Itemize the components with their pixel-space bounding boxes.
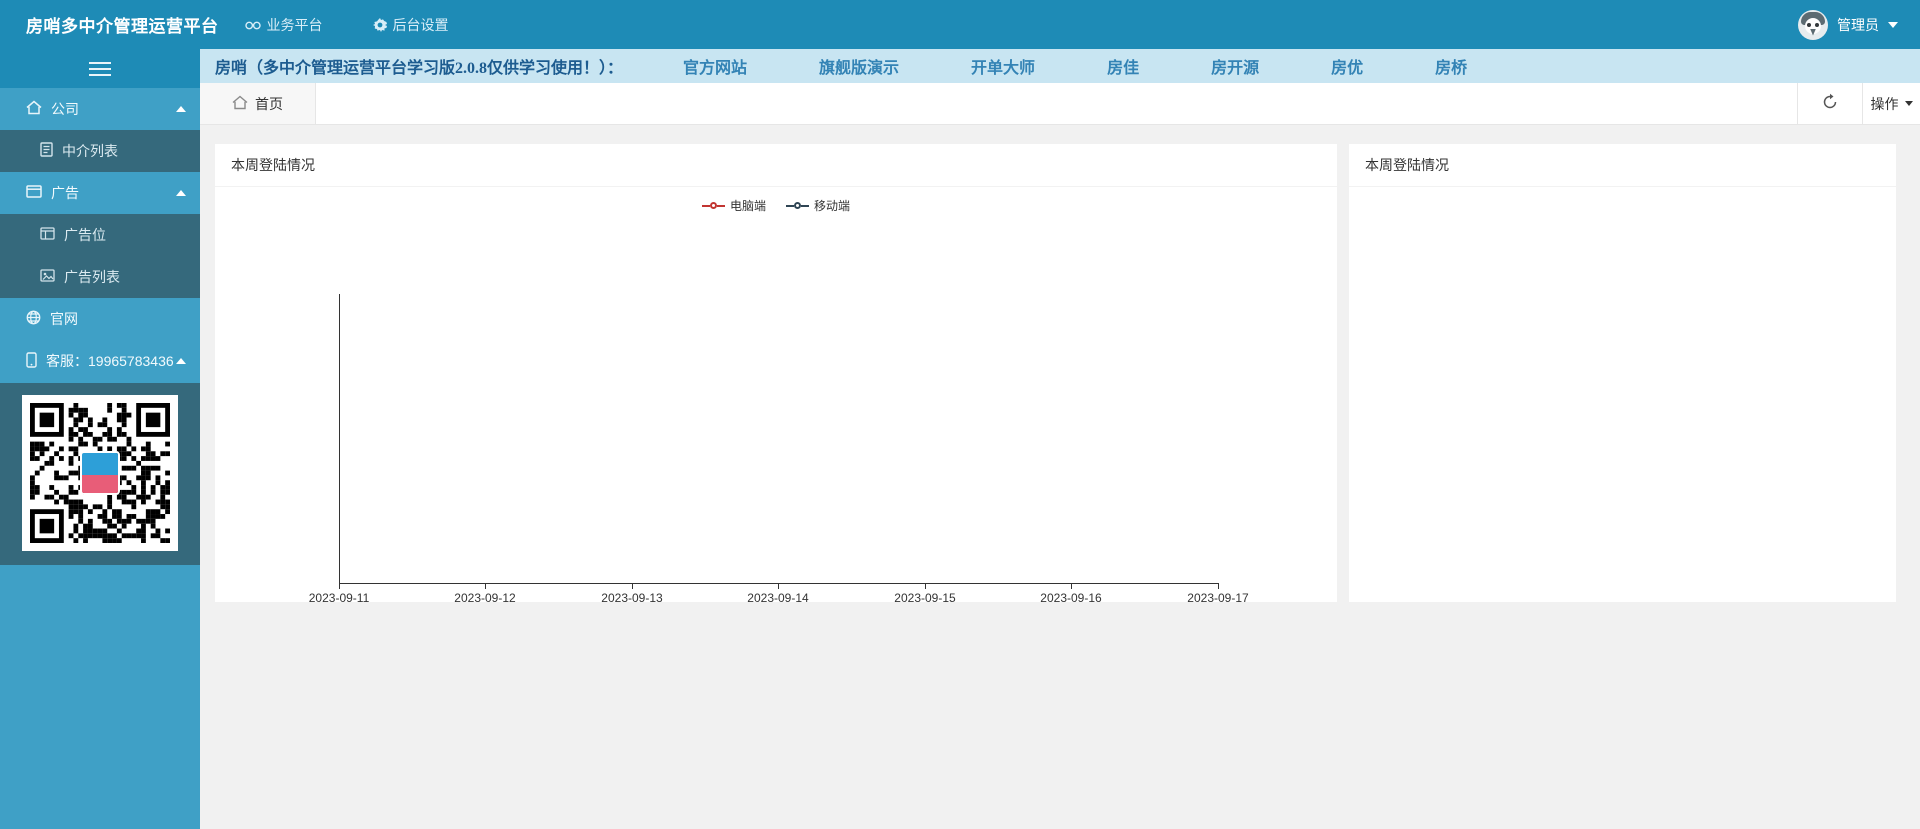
notice-link-fangqiao[interactable]: 房桥 bbox=[1435, 54, 1467, 78]
sidebar-item-label: 中介列表 bbox=[62, 143, 118, 159]
x-tick bbox=[1071, 584, 1072, 589]
sidebar-item-customer-service[interactable]: 客服：19965783436 bbox=[0, 340, 200, 382]
notice-links: 官方网站 旗舰版演示 开单大师 房佳 房开源 房优 房桥 bbox=[683, 54, 1467, 78]
sidebar-item-label: 广告列表 bbox=[64, 269, 120, 285]
x-tick bbox=[925, 584, 926, 589]
notice-text: 房哨（多中介管理运营平台学习版2.0.8仅供学习使用！）： bbox=[215, 60, 624, 77]
sidebar-item-label: 官网 bbox=[50, 311, 78, 327]
x-tick bbox=[339, 584, 340, 589]
chart-x-axis bbox=[339, 583, 1219, 584]
content-area: 本周登陆情况 电脑端 移动端 2023-09-11 2023-09-12 202… bbox=[200, 125, 1920, 828]
tabbar-spacer bbox=[316, 83, 1797, 124]
nav-link-label: 后台设置 bbox=[392, 16, 449, 33]
tab-bar: 首页 操作 bbox=[200, 83, 1920, 125]
qr-center-badge bbox=[80, 451, 120, 495]
chart-y-axis bbox=[339, 294, 340, 583]
legend-item-mobile[interactable]: 移动端 bbox=[786, 197, 850, 214]
weekly-login-chart: 电脑端 移动端 2023-09-11 2023-09-12 2023-09-13… bbox=[215, 187, 1337, 605]
notice-bar: 房哨（多中介管理运营平台学习版2.0.8仅供学习使用！）： 官方网站 旗舰版演示… bbox=[200, 49, 1920, 83]
sidebar-item-ads[interactable]: 广告 bbox=[0, 172, 200, 214]
x-tick bbox=[632, 584, 633, 589]
notice-link-kaidan-dashi[interactable]: 开单大师 bbox=[971, 54, 1035, 78]
company-submenu: 中介列表 bbox=[0, 130, 200, 172]
legend-label: 电脑端 bbox=[729, 199, 766, 213]
x-axis-label: 2023-09-13 bbox=[601, 591, 663, 605]
x-tick bbox=[778, 584, 779, 589]
image-icon bbox=[40, 269, 55, 285]
phone-icon bbox=[26, 351, 37, 371]
chevron-up-icon bbox=[176, 190, 186, 196]
login-chart-card: 本周登陆情况 电脑端 移动端 2023-09-11 2023-09-12 202… bbox=[215, 144, 1337, 605]
user-avatar bbox=[1798, 9, 1828, 40]
top-navbar: 房哨多中介管理运营平台 业务平台 后台设置 管理员 bbox=[0, 0, 1920, 49]
legend-marker-mobile bbox=[786, 202, 809, 209]
sidebar-item-official-site[interactable]: 官网 bbox=[0, 298, 200, 340]
x-axis-label: 2023-09-15 bbox=[894, 591, 956, 605]
customer-service-qr-panel bbox=[0, 383, 200, 565]
x-tick bbox=[1218, 584, 1219, 589]
home-icon bbox=[232, 95, 248, 113]
x-tick bbox=[485, 584, 486, 589]
chevron-up-icon bbox=[176, 106, 186, 112]
app-title: 房哨多中介管理运营平台 bbox=[26, 17, 219, 36]
sidebar-item-ad-list[interactable]: 广告列表 bbox=[0, 256, 200, 298]
chevron-down-icon bbox=[1904, 101, 1913, 106]
sidebar-collapse-button[interactable] bbox=[0, 49, 200, 88]
x-axis-label: 2023-09-12 bbox=[454, 591, 516, 605]
panel-icon bbox=[40, 227, 55, 243]
legend-item-pc[interactable]: 电脑端 bbox=[701, 197, 766, 214]
sidebar-item-ad-slot[interactable]: 广告位 bbox=[0, 214, 200, 256]
user-name: 管理员 bbox=[1837, 16, 1879, 33]
sidebar-item-company[interactable]: 公司 bbox=[0, 88, 200, 130]
notice-link-fangjia[interactable]: 房佳 bbox=[1107, 54, 1139, 78]
x-axis-label: 2023-09-16 bbox=[1040, 591, 1102, 605]
qr-code-image bbox=[22, 395, 178, 551]
gear-icon bbox=[372, 17, 387, 32]
user-menu[interactable]: 管理员 bbox=[1798, 9, 1920, 40]
app-root: 房哨多中介管理运营平台 业务平台 后台设置 管理员 公司 中介列表 广告 广告位… bbox=[0, 0, 1920, 829]
document-icon bbox=[40, 142, 53, 160]
login-summary-card: 本周登陆情况 bbox=[1349, 144, 1896, 602]
house-icon bbox=[26, 100, 42, 118]
card-title: 本周登陆情况 bbox=[215, 144, 1337, 187]
tab-home[interactable]: 首页 bbox=[200, 83, 316, 124]
refresh-button[interactable] bbox=[1797, 83, 1862, 124]
chevron-up-icon bbox=[176, 358, 186, 364]
chart-legend: 电脑端 移动端 bbox=[215, 197, 1337, 214]
ads-submenu: 广告位 广告列表 bbox=[0, 214, 200, 298]
notice-link-flagship-demo[interactable]: 旗舰版演示 bbox=[819, 54, 899, 78]
sidebar-item-label: 广告 bbox=[51, 185, 79, 201]
main-area: 房哨（多中介管理运营平台学习版2.0.8仅供学习使用！）： 官方网站 旗舰版演示… bbox=[200, 49, 1920, 829]
legend-marker-pc bbox=[701, 202, 725, 209]
x-axis-label: 2023-09-17 bbox=[1187, 591, 1249, 605]
x-axis-label: 2023-09-14 bbox=[747, 591, 809, 605]
sidebar-item-label: 公司 bbox=[51, 101, 79, 117]
glasses-icon bbox=[244, 19, 261, 31]
sidebar-item-label: 客服：19965783436 bbox=[46, 353, 174, 369]
refresh-icon bbox=[1821, 93, 1839, 114]
nav-link-label: 业务平台 bbox=[266, 16, 323, 33]
x-axis-label: 2023-09-11 bbox=[308, 591, 370, 605]
tab-label: 首页 bbox=[255, 95, 283, 112]
hamburger-icon bbox=[89, 58, 111, 80]
sidebar-item-agency-list[interactable]: 中介列表 bbox=[0, 130, 200, 172]
globe-icon bbox=[26, 310, 41, 328]
nav-backend-settings[interactable]: 后台设置 bbox=[372, 15, 449, 35]
notice-link-official-site[interactable]: 官方网站 bbox=[683, 54, 747, 78]
window-icon bbox=[26, 185, 42, 201]
chevron-down-icon bbox=[1888, 21, 1898, 28]
sidebar-item-label: 广告位 bbox=[64, 227, 106, 243]
card-title: 本周登陆情况 bbox=[1349, 144, 1896, 187]
actions-label: 操作 bbox=[1870, 95, 1899, 112]
notice-link-fangkaiyuan[interactable]: 房开源 bbox=[1211, 54, 1259, 78]
notice-link-fangyou[interactable]: 房优 bbox=[1331, 54, 1363, 78]
nav-business-platform[interactable]: 业务平台 bbox=[244, 15, 323, 35]
actions-dropdown-button[interactable]: 操作 bbox=[1862, 83, 1920, 124]
legend-label: 移动端 bbox=[814, 199, 851, 213]
sidebar: 公司 中介列表 广告 广告位 广告列表 官网 客服：19965783436 bbox=[0, 49, 200, 829]
